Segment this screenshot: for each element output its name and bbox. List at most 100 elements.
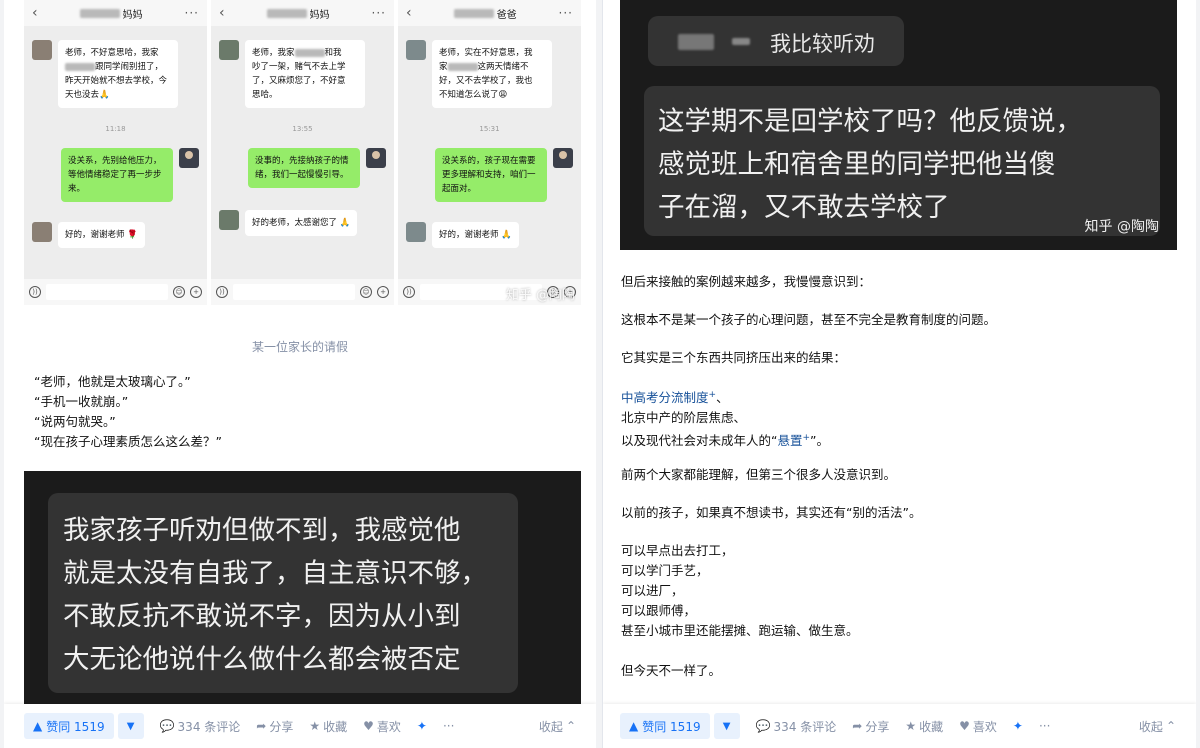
msg-line: 更多理解和支持，咱们一 [442,170,536,180]
options-list: 可以早点出去打工， 可以学门手艺， 可以进厂， 可以跟师傅， 甚至小城市里还能摆… [621,541,859,641]
like-label: 喜欢 [376,719,401,734]
upvote-label: 赞同 1519 [642,719,701,734]
link-plus-icon: + [802,433,811,444]
comments-button[interactable]: 💬 334 条评论 [756,718,837,735]
collapse-label: 收起 [1138,719,1163,734]
answer-action-bar: ▲ 赞同 1519 ▼ 💬 334 条评论 ➦ 分享 ★ 收藏 ♥ 喜欢 ✦ ··· 收起… [603,704,1196,748]
upvote-button[interactable]: ▲ 赞同 1519 [24,713,114,739]
paragraph: 它其实是三个东西共同挤压出来的结果： [621,350,847,365]
quote-line: “老师，他就是太玻璃心了。” [34,374,191,389]
parent-reply: 好的，谢谢老师 🌹 [32,222,145,248]
msg-line: 没事的，先接纳孩子的情 [255,156,349,166]
share-button[interactable]: ➦ 分享 [852,718,889,735]
share-button[interactable]: ➦ 分享 [256,718,293,735]
chat-header: ‹ 妈妈 ··· [24,0,207,26]
plus-icon: + [377,286,389,298]
like-label: 喜欢 [972,719,997,734]
msg-line: 起面对。 [442,184,477,194]
chat-timestamp: 13:55 [292,125,313,133]
sparkle-button[interactable]: ✦ [1013,719,1023,733]
comments-label: 334 条评论 [177,719,241,734]
collapse-button[interactable]: 收起 ⌃ [1139,718,1176,735]
chat-header: ‹ 爸爸 ··· [398,0,581,26]
msg-line: 等他情绪稳定了再一步步 [68,170,162,180]
dark-line: 子在溜，又不敢去学校了 [658,192,950,223]
chat-input-field [233,284,355,300]
teacher-avatar [553,148,573,168]
chat-timestamp: 11:18 [105,125,126,133]
parent-avatar [219,210,239,230]
voice-icon: )) [216,286,228,298]
share-icon: ➦ [256,719,267,733]
downvote-button[interactable]: ▼ [117,713,144,739]
option-line: 可以跟师傅， [621,603,697,618]
paragraph: 但今天不一样了。 [621,663,722,678]
msg-line: 了，又麻烦您了，不好意 [252,76,346,86]
right-answer-card: 我比较听劝 这学期不是回学校了吗？他反馈说， 感觉班上和宿舍里的同学把他当傻 子… [602,0,1196,748]
teacher-message: 没关系的，孩子现在需要 更多理解和支持，咱们一 起面对。 [435,148,573,202]
collapse-label: 收起 [538,719,563,734]
favorite-button[interactable]: ★ 收藏 [905,718,943,735]
blurred-name [453,8,494,18]
downvote-button[interactable]: ▼ [713,713,740,739]
msg-line: 老师，我家 [252,48,295,58]
paragraph: 前两个大家都能理解，但第三个很多人没意识到。 [621,467,897,482]
collapse-button[interactable]: 收起 ⌃ [539,718,576,735]
reply-text: 好的老师，太感谢您了 🙏 [245,210,358,236]
teacher-message: 没关系，先别给他压力， 等他情绪稳定了再一步步 来。 [61,148,199,202]
parent-reply: 好的，谢谢老师 🙏 [406,222,519,248]
link-xuanzhi[interactable]: 悬置 [777,433,802,448]
paragraph: 但后来接触的案例越来越多，我慢慢意识到： [621,274,872,289]
parent-avatar [406,222,426,242]
chat-input-bar: )) ☺ + [211,279,394,305]
msg-line: 思哈。 [252,90,278,100]
quote-list: “老师，他就是太玻璃心了。” “手机一收就崩。” “说两句就哭。” “现在孩子心… [34,372,222,452]
triangle-up-icon: ▲ [33,719,43,733]
comments-label: 334 条评论 [773,719,837,734]
more-button[interactable]: ··· [1039,719,1050,733]
blurred-name [79,8,120,18]
dark-line: 我家孩子听劝但做不到，我感觉他 [63,515,461,546]
sparkle-button[interactable]: ✦ [417,719,427,733]
comment-icon: 💬 [755,719,771,733]
msg-line: 天也没去🙏 [65,90,110,100]
watermark: 知乎 @陶陶 [1084,219,1159,235]
wechat-screenshot-strip: ‹ 妈妈 ··· 老师，不好意思哈，我家 跟同学闹别扭了， 昨天开始就不想去学校… [24,0,581,305]
dark-line: 感觉班上和宿舍里的同学把他当傻 [658,149,1056,180]
image-caption: 某一位家长的请假 [251,340,348,354]
comments-button[interactable]: 💬 334 条评论 [160,718,241,735]
link-fenliu[interactable]: 中高考分流制度 [621,390,709,405]
upvote-label: 赞同 1519 [46,719,105,734]
msg-line: 来。 [68,184,86,194]
list-text: ”。 [810,433,830,449]
msg-line: 这两天情绪不 [477,62,529,72]
paragraph: 以前的孩子，如果真不想读书，其实还有“别的活法”。 [621,505,922,520]
dark-chat-screenshot: 我家孩子听劝但做不到，我感觉他 就是太没有自我了，自主意识不够， 不敢反抗不敢说… [24,471,581,706]
emoji-icon: ☺ [360,286,372,298]
like-button[interactable]: ♥ 喜欢 [363,718,401,735]
like-button[interactable]: ♥ 喜欢 [959,718,997,735]
top-bubble: 我比较听劝 [648,16,904,66]
option-line: 可以早点出去打工， [621,543,734,558]
parent-avatar [32,222,52,242]
share-label: 分享 [865,719,890,734]
chat-title-suffix: 爸爸 [496,9,517,21]
teacher-message: 没事的，先接纳孩子的情 绪，我们一起慢慢引导。 [248,148,386,188]
chat-title-suffix: 妈妈 [122,9,143,21]
chat-panel-3: ‹ 爸爸 ··· 老师，实在不好意思，我 家 这两天情绪不 好，又不去学校了，我也… [398,0,581,305]
option-line: 可以学门手艺， [621,563,709,578]
upvote-button[interactable]: ▲ 赞同 1519 [620,713,710,739]
paragraph: 这根本不是某一个孩子的心理问题，甚至不完全是教育制度的问题。 [621,312,997,327]
quote-line: “手机一收就崩。” [34,394,129,409]
list-text: 以及现代社会对未成年人的“ [621,433,778,449]
more-button[interactable]: ··· [443,719,454,733]
option-line: 可以进厂， [621,583,684,598]
msg-line: 好，又不去学校了，我也 [439,76,533,86]
favorite-button[interactable]: ★ 收藏 [309,718,347,735]
quote-line: “说两句就哭。” [34,414,116,429]
dark-line: 大无论他说什么做什么都会被否定 [63,644,461,675]
dark-line: 不敢反抗不敢说不字，因为从小到 [63,601,461,632]
link-plus-icon: + [708,390,717,400]
dark-chat-screenshot: 我比较听劝 这学期不是回学校了吗？他反馈说， 感觉班上和宿舍里的同学把他当傻 子… [620,0,1177,250]
emoji-icon: ☺ [173,286,185,298]
